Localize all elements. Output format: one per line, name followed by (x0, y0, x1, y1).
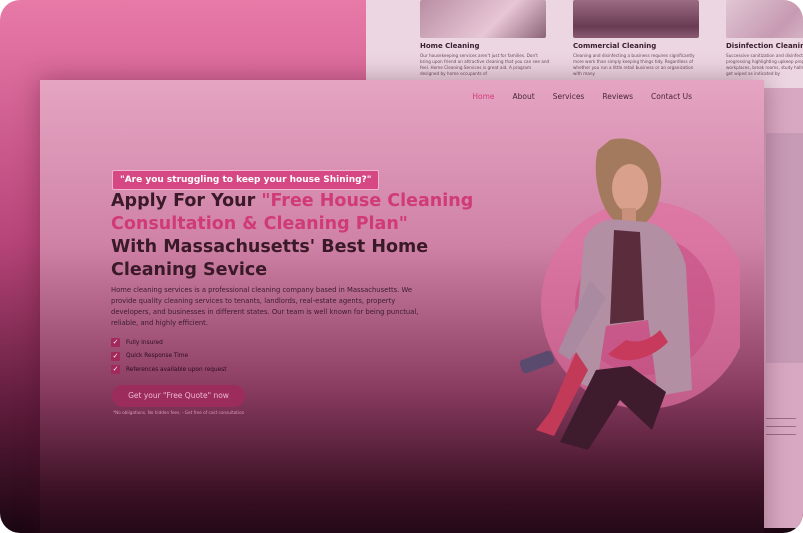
check-icon: ✓ (111, 351, 120, 361)
nav-item-reviews[interactable]: Reviews (602, 92, 633, 101)
services-section-background: Home Cleaning Our housekeeping services … (366, 0, 803, 90)
hero-tagline-badge: "Are you struggling to keep your house S… (112, 170, 380, 190)
check-icon: ✓ (111, 365, 120, 374)
free-quote-button[interactable]: Get your "Free Quote" now (112, 385, 245, 407)
service-desc: Our housekeeping services aren't just fo… (420, 53, 550, 76)
service-title: Disinfection Cleaning (726, 42, 803, 50)
nav-item-about[interactable]: About (513, 92, 535, 101)
service-card-commercial: Commercial Cleaning Cleaning and disinfe… (573, 0, 703, 77)
modal-overlay-backdrop: Home Cleaning Our housekeeping services … (0, 0, 803, 533)
hero-woman-image (519, 138, 740, 450)
disinfection-cleaning-image (726, 0, 803, 38)
heading-part-1: Apply For Your (111, 191, 262, 211)
cta-fine-print: *No obligations. No hidden fees. - Get f… (113, 410, 245, 415)
home-cleaning-image (420, 0, 546, 38)
nav-item-home[interactable]: Home (472, 92, 494, 101)
main-nav: Home About Services Reviews Contact Us (454, 92, 692, 101)
divider (766, 434, 796, 435)
hero-heading: Apply For Your "Free House Cleaning Cons… (111, 190, 491, 282)
check-icon: ✓ (111, 338, 120, 347)
hero-page-preview: Home About Services Reviews Contact Us "… (40, 80, 764, 533)
service-desc: Successive sanitization and disinfection… (726, 53, 803, 76)
map-image (766, 133, 803, 363)
service-title: Commercial Cleaning (573, 42, 657, 50)
checklist-item: ✓ Fully Insured (111, 336, 227, 349)
service-card-disinfection: Disinfection Cleaning Successive sanitiz… (726, 0, 803, 77)
checklist-label: Fully Insured (126, 339, 163, 346)
service-card-home: Home Cleaning Our housekeeping services … (420, 0, 550, 77)
divider (766, 426, 796, 427)
feature-checklist: ✓ Fully Insured ✓ Quick Response Time ✓ … (111, 336, 227, 377)
map-section-background (762, 88, 803, 528)
checklist-label: References available upon request (126, 366, 227, 373)
checklist-label: Quick Response Time (126, 353, 189, 359)
service-desc: Cleaning and disinfecting a business req… (573, 53, 695, 76)
heading-part-2: With Massachusetts' Best Home Cleaning S… (111, 237, 429, 280)
commercial-cleaning-image (573, 0, 699, 38)
divider (766, 418, 796, 419)
hero-description: Home cleaning services is a professional… (111, 286, 419, 327)
nav-item-contact[interactable]: Contact Us (651, 92, 692, 101)
checklist-item: ✓ References available upon request (111, 363, 227, 376)
nav-item-services[interactable]: Services (553, 92, 585, 101)
checklist-item: ✓ Quick Response Time (111, 350, 227, 363)
service-title: Home Cleaning (420, 42, 480, 50)
